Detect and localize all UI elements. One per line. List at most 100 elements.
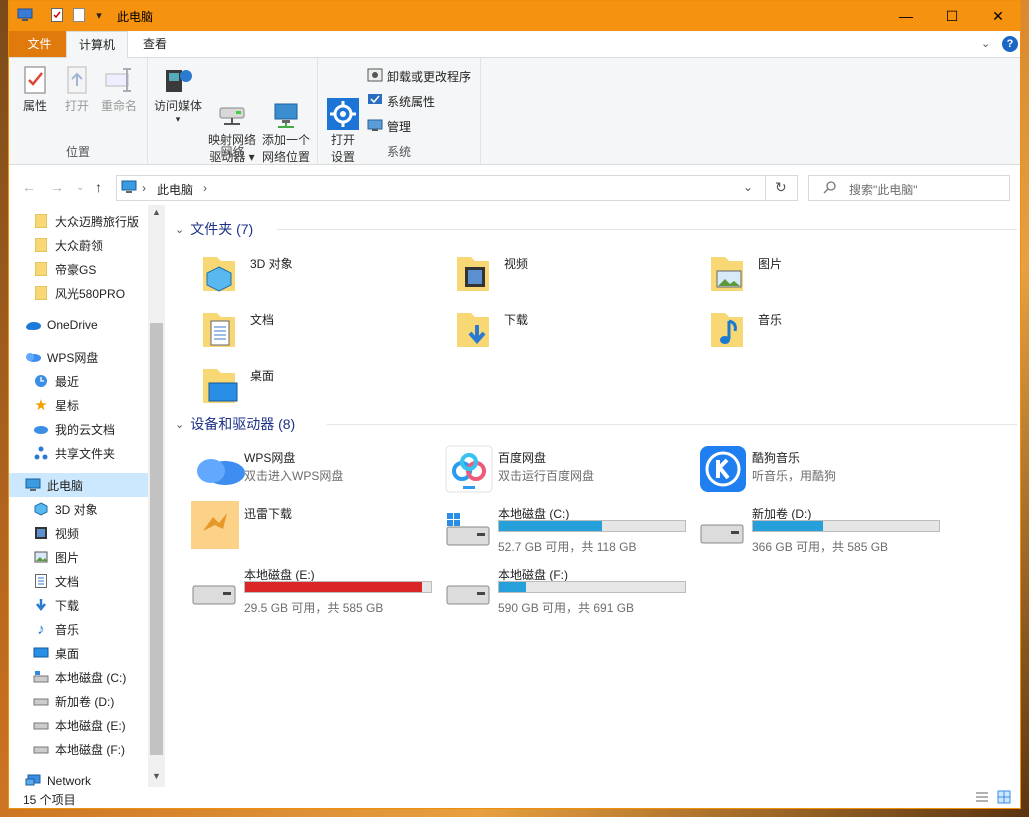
nav-item-download[interactable]: 下载	[33, 593, 165, 617]
title-bar[interactable]: ▾ 此电脑 — ☐ ✕	[9, 1, 1020, 31]
scroll-up-icon[interactable]: ▲	[152, 207, 161, 217]
nav-item-label: 本地磁盘 (F:)	[55, 742, 125, 757]
drive-size: 590 GB 可用，共 691 GB	[498, 601, 635, 615]
folder-item-video[interactable]: 视频	[431, 247, 681, 299]
breadcrumb-chevron-icon[interactable]: ›	[203, 181, 207, 195]
app-description: 听音乐，用酷狗	[752, 469, 837, 483]
drive-item-c[interactable]: 本地磁盘 (C:) 52.7 GB 可用，共 118 GB	[425, 499, 695, 555]
new-folder-icon[interactable]	[71, 7, 87, 23]
wps-cloud-icon	[25, 349, 41, 365]
dropdown-chevron-icon[interactable]: ⌄	[743, 180, 753, 194]
rename-button[interactable]: 重命名	[99, 64, 139, 115]
scrollbar-thumb[interactable]	[150, 323, 163, 755]
item-count: 15 个项目	[23, 793, 76, 807]
drive-item-f[interactable]: 本地磁盘 (F:) 590 GB 可用，共 691 GB	[425, 560, 695, 616]
nav-item-onedrive[interactable]: OneDrive	[25, 313, 163, 337]
properties-button[interactable]: 属性	[17, 64, 53, 115]
breadcrumb-separator-icon[interactable]: ›	[142, 181, 146, 195]
nav-item-share[interactable]: 共享文件夹	[33, 441, 165, 465]
breadcrumb[interactable]: 此电脑	[157, 181, 193, 198]
up-arrow-icon[interactable]: ↑	[95, 179, 102, 195]
close-button[interactable]: ✕	[975, 1, 1020, 31]
access-media-button[interactable]: 访问媒体 ▾	[153, 64, 203, 124]
open-button[interactable]: 打开	[59, 64, 95, 115]
folder-document-icon	[197, 307, 241, 351]
devices-section-header[interactable]: ⌄ 设备和驱动器 (8)	[175, 414, 295, 434]
manage-icon	[367, 117, 383, 136]
nav-item-network[interactable]: Network	[25, 769, 163, 787]
nav-scrollbar[interactable]: ▲ ▼	[148, 205, 165, 787]
nav-item-desktop[interactable]: 桌面	[33, 641, 165, 665]
nav-item-video[interactable]: 视频	[33, 521, 165, 545]
app-description: 双击进入WPS网盘	[244, 469, 344, 483]
details-view-icon[interactable]	[975, 791, 989, 806]
address-bar[interactable]: › 此电脑 › ⌄ ↻	[116, 175, 798, 201]
folder-label: 3D 对象	[250, 257, 293, 271]
app-item-kugou[interactable]: 酷狗音乐 听音乐，用酷狗	[679, 443, 929, 499]
navigation-pane[interactable]: 大众迈腾旅行版 大众蔚领 帝豪GS 风光580PRO OneDrive WPS网…	[9, 205, 165, 787]
app-item-baidu[interactable]: 百度网盘 双击运行百度网盘	[425, 443, 675, 499]
folder-item-document[interactable]: 文档	[177, 303, 427, 355]
drive-item-d[interactable]: 新加卷 (D:) 366 GB 可用，共 585 GB	[679, 499, 949, 555]
nav-item-label: 共享文件夹	[55, 446, 116, 461]
properties-icon[interactable]	[49, 7, 65, 23]
search-icon	[823, 180, 837, 197]
manage-button[interactable]: 管理	[367, 116, 411, 136]
tab-view[interactable]: 查看	[131, 31, 179, 57]
folders-section-header[interactable]: ⌄ 文件夹 (7)	[175, 219, 253, 239]
nav-item-label: 下载	[55, 598, 80, 613]
nav-item-drive-c[interactable]: 本地磁盘 (C:)	[33, 665, 165, 689]
chevron-down-icon[interactable]: ⌄	[981, 37, 990, 50]
drive-icon	[33, 693, 49, 709]
tiles-view-icon[interactable]	[997, 790, 1011, 807]
properties-icon	[19, 64, 51, 96]
nav-item-drive-e[interactable]: 本地磁盘 (E:)	[33, 713, 165, 737]
nav-item-picture[interactable]: 图片	[33, 545, 165, 569]
nav-item-folder[interactable]: 风光580PRO	[33, 281, 165, 305]
folder-item-desktop[interactable]: 桌面	[177, 359, 427, 411]
help-icon[interactable]: ?	[1002, 36, 1018, 52]
nav-item-this-pc[interactable]: 此电脑	[25, 473, 163, 497]
folder-item-music[interactable]: 音乐	[685, 303, 935, 355]
system-properties-button[interactable]: 系统属性	[367, 91, 435, 111]
nav-item-drive-d[interactable]: 新加卷 (D:)	[33, 689, 165, 713]
search-input[interactable]: 搜索"此电脑"	[808, 175, 1010, 201]
nav-item-drive-f[interactable]: 本地磁盘 (F:)	[33, 737, 165, 761]
rename-icon	[103, 64, 135, 96]
nav-item-label: OneDrive	[47, 318, 98, 332]
uninstall-button[interactable]: 卸载或更改程序	[367, 66, 471, 86]
drive-c-icon	[33, 669, 49, 685]
nav-item-document[interactable]: 文档	[33, 569, 165, 593]
folder-item-picture[interactable]: 图片	[685, 247, 935, 299]
forward-arrow-icon[interactable]: →	[50, 179, 64, 195]
nav-item-star[interactable]: ★ 星标	[33, 393, 165, 417]
nav-item-recent[interactable]: 最近	[33, 369, 165, 393]
back-arrow-icon[interactable]: ←	[22, 179, 36, 195]
maximize-button[interactable]: ☐	[929, 1, 975, 31]
nav-item-label: 音乐	[55, 622, 80, 637]
drive-usage-bar	[498, 581, 686, 593]
media-icon	[162, 64, 194, 96]
nav-item-music[interactable]: ♪ 音乐	[33, 617, 165, 641]
group-label-system: 系统	[386, 145, 411, 159]
nav-item-folder[interactable]: 大众迈腾旅行版	[33, 209, 165, 233]
tab-file[interactable]: 文件	[9, 31, 70, 57]
folder-item-download[interactable]: 下载	[431, 303, 681, 355]
nav-item-folder[interactable]: 大众蔚领	[33, 233, 165, 257]
nav-item-cloud-doc[interactable]: 我的云文档	[33, 417, 165, 441]
drive-item-e[interactable]: 本地磁盘 (E:) 29.5 GB 可用，共 585 GB	[171, 560, 441, 616]
drive-c-icon	[445, 511, 493, 559]
recent-chevron-icon[interactable]: ⌄	[76, 182, 84, 193]
drive-icon	[445, 572, 493, 620]
nav-item-folder[interactable]: 帝豪GS	[33, 257, 165, 281]
scroll-down-icon[interactable]: ▼	[152, 771, 161, 781]
folder-item-3d[interactable]: 3D 对象	[177, 247, 427, 299]
app-item-wps[interactable]: WPS网盘 双击进入WPS网盘	[171, 443, 421, 499]
nav-item-wps-cloud[interactable]: WPS网盘	[25, 345, 163, 369]
refresh-icon[interactable]: ↻	[775, 179, 787, 196]
minimize-button[interactable]: —	[883, 1, 929, 31]
tab-computer[interactable]: 计算机	[66, 31, 129, 59]
app-item-xunlei[interactable]: 迅雷下载	[171, 499, 421, 555]
customize-toolbar-icon[interactable]: ▾	[91, 7, 107, 23]
nav-item-3d[interactable]: 3D 对象	[33, 497, 165, 521]
